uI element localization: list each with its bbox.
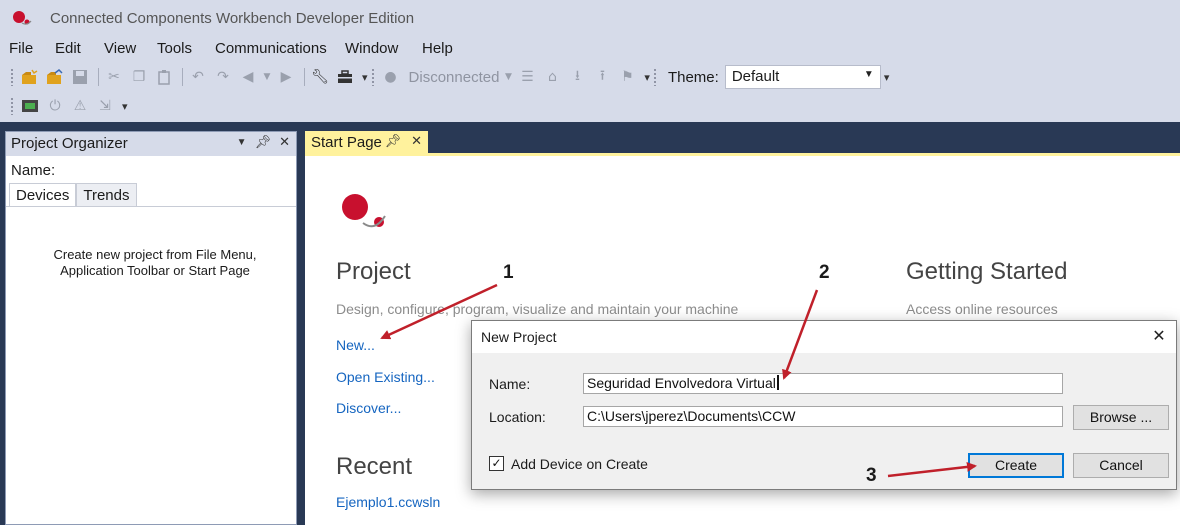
toolbar-grip[interactable]: [652, 68, 658, 86]
project-name-label: Name:: [11, 162, 56, 179]
panel-menu-chevron-down-icon[interactable]: ▼: [237, 134, 247, 152]
menu-bar: File Edit View Tools Communications Wind…: [0, 38, 1180, 60]
dialog-title-bar: [472, 321, 1176, 353]
wrench-icon[interactable]: 🔧︎: [309, 66, 331, 88]
new-project-link[interactable]: New...: [336, 337, 375, 353]
name-label: Name:: [489, 376, 531, 392]
connection-dropdown-icon[interactable]: ▼: [503, 66, 513, 88]
cancel-button[interactable]: Cancel: [1073, 453, 1169, 478]
text-caret: [776, 375, 779, 390]
menu-view[interactable]: View: [104, 40, 136, 57]
navigate-back-dropdown-icon[interactable]: ▼: [262, 66, 272, 88]
navigate-back-icon[interactable]: ◀: [237, 66, 259, 88]
pin-icon[interactable]: 📌︎: [255, 134, 272, 152]
secondary-toolbar: ⏻ ⚠ ⇲ ▾: [10, 94, 131, 118]
copy-icon[interactable]: ❐: [128, 66, 150, 88]
project-name-value: Seguridad Envolvedora Virtual: [587, 375, 776, 391]
new-project-dialog: New Project ✕ Name: Seguridad Envolvedor…: [471, 320, 1177, 490]
close-icon[interactable]: ✕: [279, 134, 290, 152]
location-label: Location:: [489, 409, 546, 425]
tab-devices[interactable]: Devices: [9, 183, 77, 207]
close-icon[interactable]: ✕: [411, 133, 422, 149]
project-heading: Project: [336, 258, 411, 285]
navigate-forward-icon[interactable]: ▶: [275, 66, 297, 88]
toolbar-grip[interactable]: [10, 68, 15, 86]
app-logo-icon: [13, 11, 32, 25]
power-icon[interactable]: ⏻: [44, 95, 66, 117]
empty-message-line: Application Toolbar or Start Page: [60, 263, 250, 278]
toolbar-grip[interactable]: [10, 97, 15, 115]
upload-icon[interactable]: ⭱: [591, 66, 613, 88]
theme-select-value: Default: [731, 68, 780, 85]
device-list-icon[interactable]: ☰: [516, 66, 538, 88]
project-organizer-title: Project Organizer: [11, 135, 128, 152]
annotation-number-2: 2: [819, 262, 830, 283]
window-title: Connected Components Workbench Developer…: [50, 10, 415, 27]
toolbar-overflow-icon[interactable]: ▾: [362, 71, 368, 84]
getting-started-heading: Getting Started: [906, 258, 1068, 285]
clean-icon[interactable]: ⚑: [616, 66, 638, 88]
menu-file[interactable]: File: [9, 40, 33, 57]
menu-window[interactable]: Window: [345, 40, 398, 57]
annotation-number-3: 3: [866, 465, 877, 486]
toolbox-icon[interactable]: [334, 66, 356, 88]
recent-heading: Recent: [336, 453, 413, 480]
toolbar-separator: [98, 68, 99, 86]
toolbar-overflow-icon[interactable]: ▾: [122, 100, 128, 113]
discover-link[interactable]: Discover...: [336, 400, 401, 416]
add-device-label[interactable]: Add Device on Create: [511, 456, 648, 472]
getting-started-subtitle: Access online resources: [906, 301, 1058, 317]
main-toolbar: ✂ ❐ ↶ ↷ ◀ ▼ ▶ 🔧︎ ▾ ● Disconnected ▼ ☰ ⌂ …: [10, 65, 892, 89]
organizer-tabs: Devices Trends: [9, 183, 137, 207]
tab-start-page[interactable]: Start Page 📌︎ ✕: [305, 131, 428, 155]
open-project-icon[interactable]: [44, 66, 66, 88]
tab-trends[interactable]: Trends: [76, 183, 137, 207]
browse-button[interactable]: Browse ...: [1073, 405, 1169, 430]
import-icon[interactable]: ⇲: [94, 95, 116, 117]
open-existing-link[interactable]: Open Existing...: [336, 369, 435, 385]
dialog-close-icon[interactable]: ✕: [1148, 325, 1170, 347]
project-subtitle: Design, configure, program, visualize an…: [336, 301, 739, 317]
toolbar-separator: [182, 68, 183, 86]
dialog-title: New Project: [481, 329, 557, 345]
add-device-checkbox[interactable]: ✓: [489, 456, 504, 471]
device-toolbox-icon[interactable]: [19, 95, 41, 117]
menu-help[interactable]: Help: [422, 40, 453, 57]
recent-item-link[interactable]: Ejemplo1.ccwsln: [336, 494, 440, 510]
warning-icon[interactable]: ⚠: [69, 95, 91, 117]
toolbar-overflow-icon[interactable]: ▾: [884, 71, 890, 84]
download-icon[interactable]: ⭳: [566, 66, 588, 88]
pin-icon[interactable]: 📌︎: [385, 133, 402, 149]
organizer-empty-message: Create new project from File Menu, Appli…: [26, 247, 284, 279]
project-organizer-panel: Project Organizer ▼ 📌︎ ✕ Name: Devices T…: [5, 131, 297, 525]
undo-icon[interactable]: ↶: [187, 66, 209, 88]
theme-label: Theme:: [667, 68, 719, 86]
toolbar-grip[interactable]: [370, 68, 376, 86]
project-organizer-header: Project Organizer ▼ 📌︎ ✕: [6, 132, 296, 156]
create-button[interactable]: Create: [968, 453, 1064, 478]
tab-divider: [6, 206, 296, 207]
new-project-icon[interactable]: [19, 66, 41, 88]
location-input[interactable]: C:\Users\jperez\Documents\CCW: [583, 406, 1063, 427]
start-page-tab-label: Start Page: [311, 134, 382, 151]
redo-icon[interactable]: ↷: [212, 66, 234, 88]
annotation-number-1: 1: [503, 262, 514, 283]
location-value: C:\Users\jperez\Documents\CCW: [587, 408, 796, 424]
chevron-down-icon: ▼: [863, 69, 874, 80]
menu-communications[interactable]: Communications: [215, 40, 327, 57]
theme-select[interactable]: Default ▼: [724, 65, 881, 89]
empty-message-line: Create new project from File Menu,: [53, 247, 257, 262]
cut-icon[interactable]: ✂: [103, 66, 125, 88]
project-name-input[interactable]: Seguridad Envolvedora Virtual: [583, 373, 1063, 394]
menu-edit[interactable]: Edit: [55, 40, 81, 57]
connection-status[interactable]: Disconnected: [409, 69, 500, 86]
toolbar-overflow-icon[interactable]: ▾: [644, 71, 650, 84]
brand-logo-icon: [342, 194, 386, 228]
paste-icon[interactable]: [153, 66, 175, 88]
connection-icon[interactable]: ●: [380, 66, 402, 88]
toolbar-separator: [304, 68, 305, 86]
save-icon[interactable]: [69, 66, 91, 88]
menu-tools[interactable]: Tools: [157, 40, 192, 57]
build-icon[interactable]: ⌂: [541, 66, 563, 88]
